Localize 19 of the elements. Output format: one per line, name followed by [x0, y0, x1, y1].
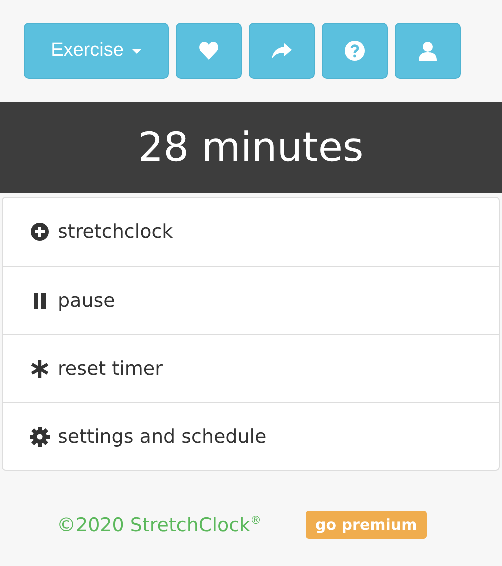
- menu-item[interactable]: settings and schedule: [3, 402, 499, 470]
- user-button[interactable]: [395, 23, 461, 79]
- gear-icon: [30, 426, 50, 446]
- heart-icon: [199, 42, 219, 60]
- help-icon: [345, 41, 365, 61]
- timer-text: 28 minutes: [138, 124, 364, 170]
- asterisk-icon: [31, 360, 49, 378]
- plus-circle-icon: [31, 223, 49, 241]
- menu-item[interactable]: reset timer: [3, 334, 499, 402]
- caret-icon: [132, 48, 142, 54]
- menu-item[interactable]: pause: [3, 266, 499, 334]
- pause-icon: [33, 292, 47, 308]
- menu-item[interactable]: stretchclock: [3, 198, 499, 266]
- help-button[interactable]: [322, 23, 388, 79]
- share-icon: [272, 43, 292, 59]
- heart-button[interactable]: [176, 23, 242, 79]
- share-button[interactable]: [249, 23, 315, 79]
- user-icon: [419, 41, 437, 61]
- copyright-text: ©2020 StretchClock$^{®}$: [57, 514, 262, 536]
